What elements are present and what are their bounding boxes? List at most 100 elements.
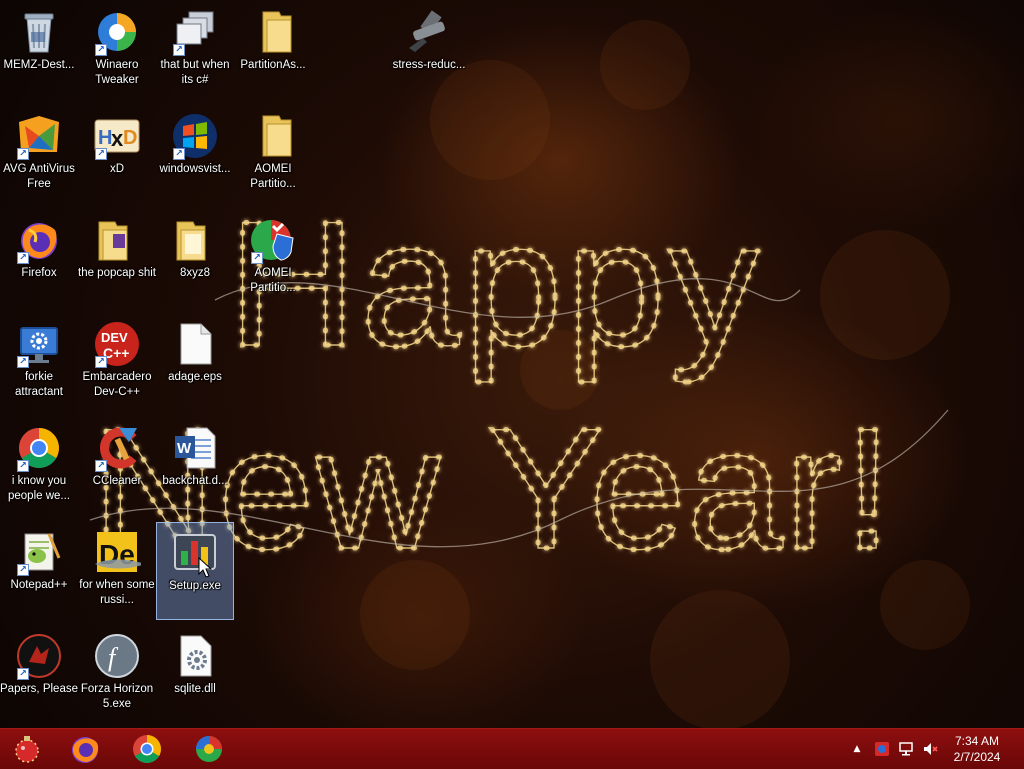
desktop-icon-label: AVG AntiVirus Free: [3, 163, 75, 190]
folder-icon: [93, 216, 141, 264]
desktop-icon-aomei-folder[interactable]: AOMEI Partitio...: [234, 106, 312, 204]
shortcut-arrow-icon: ↗: [17, 460, 29, 472]
chrome-icon: ↗: [15, 424, 63, 472]
desktop-icon-xd[interactable]: H x D ↗ xD: [78, 106, 156, 204]
desktop-icon-label: Papers, Please: [0, 683, 78, 695]
desktop-icon-label: Notepad++: [10, 579, 68, 591]
devcpp-icon: DEV C++ ↗: [93, 320, 141, 368]
network-icon[interactable]: [896, 729, 916, 769]
firefox-icon: [72, 737, 99, 763]
mouse-cursor-icon: [198, 557, 212, 578]
desktop-icon-label: i know you people we...: [7, 475, 70, 502]
shortcut-arrow-icon: ↗: [17, 564, 29, 576]
desktop-icon-label: AOMEI Partitio...: [250, 267, 296, 294]
folder-icon: [249, 8, 297, 56]
shortcut-arrow-icon: ↗: [251, 252, 263, 264]
clock[interactable]: 7:34 AM 2/7/2024: [942, 733, 1012, 765]
chrome-icon: [133, 735, 161, 763]
taskbar-chrome[interactable]: [124, 731, 170, 767]
svg-text:DEV: DEV: [101, 330, 128, 345]
shortcut-arrow-icon: ↗: [17, 148, 29, 160]
desktop-icon-c-sharp[interactable]: ↗ that but when its c#: [156, 2, 234, 100]
desktop-icon-forkie[interactable]: ↗ forkie attractant: [0, 314, 78, 412]
desktop-icon-papers-please[interactable]: ↗ Papers, Please: [0, 626, 78, 724]
desktop-icon-sqlite[interactable]: sqlite.dll: [156, 626, 234, 724]
hxd-icon: H x D ↗: [93, 112, 141, 160]
desktop-icon-firefox[interactable]: ↗ Firefox: [0, 210, 78, 308]
desktop-icon-label: windowsvist...: [159, 163, 231, 175]
desktop-icon-backchat[interactable]: W backchat.d...: [156, 418, 234, 516]
desktop-icon-label: forkie attractant: [15, 371, 63, 398]
desktop-icon-label: Winaero Tweaker: [95, 59, 139, 86]
desktop-icon-label: sqlite.dll: [174, 683, 216, 695]
folder-icon: [171, 216, 219, 264]
blank-file-icon: [171, 320, 219, 368]
flash-player-icon: f: [93, 632, 141, 680]
dll-gear-icon: [171, 632, 219, 680]
desktop-icon-label: Firefox: [21, 267, 57, 279]
stress-tool-icon: [405, 8, 453, 56]
taskbar-firefox[interactable]: [62, 731, 108, 767]
desktop-icon-devcpp[interactable]: DEV C++ ↗ Embarcadero Dev-C++: [78, 314, 156, 412]
tray-security-icon[interactable]: [872, 729, 892, 769]
papers-please-icon: ↗: [15, 632, 63, 680]
desktop-icon-label: PartitionAs...: [240, 59, 306, 71]
desktop-icon-winaero[interactable]: ↗ Winaero Tweaker: [78, 2, 156, 100]
desktop-icon-label: that but when its c#: [160, 59, 230, 86]
desktop-icon-adage[interactable]: adage.eps: [156, 314, 234, 412]
shortcut-arrow-icon: ↗: [17, 252, 29, 264]
desktop-icon-label: adage.eps: [168, 371, 222, 383]
desktop-icon-label: for when some russi...: [79, 579, 155, 606]
de-app-icon: De: [93, 528, 145, 576]
desktop-icon-label: the popcap shit: [78, 267, 157, 279]
desktop-icon-stress-reducer[interactable]: stress-reduc...: [390, 2, 468, 100]
desktop-icon-avg[interactable]: ↗ AVG AntiVirus Free: [0, 106, 78, 204]
desktop-icon-label: stress-reduc...: [392, 59, 466, 71]
desktop-icon-label: 8xyz8: [179, 267, 211, 279]
desktop[interactable]: Happy New Year! Happy New Year! MEMZ-Des…: [0, 0, 1024, 730]
desktop-icon-label: backchat.d...: [162, 475, 228, 487]
desktop-icon-8xyz8[interactable]: 8xyz8: [156, 210, 234, 308]
aomei-shield-icon: ↗: [249, 216, 297, 264]
start-button[interactable]: [4, 731, 50, 767]
firefox-icon: ↗: [15, 216, 63, 264]
desktop-icon-label: Forza Horizon 5.exe: [80, 683, 154, 710]
desktop-icon-notepadpp[interactable]: ↗ Notepad++: [0, 522, 78, 620]
shortcut-arrow-icon: ↗: [17, 668, 29, 680]
desktop-icon-memz[interactable]: MEMZ-Dest...: [0, 2, 78, 100]
folder-icon: [249, 112, 297, 160]
clock-time: 7:34 AM: [954, 734, 1000, 748]
shortcut-arrow-icon: ↗: [173, 148, 185, 160]
colorful-app-icon: [196, 736, 222, 762]
desktop-icon-label: Setup.exe: [169, 580, 221, 592]
desktop-icon-forza[interactable]: f Forza Horizon 5.exe: [78, 626, 156, 724]
volume-muted-icon[interactable]: [920, 729, 940, 769]
taskbar-app[interactable]: [186, 731, 232, 767]
shortcut-arrow-icon: ↗: [173, 44, 185, 56]
shortcut-arrow-icon: ↗: [95, 44, 107, 56]
desktop-icon-label: xD: [109, 163, 125, 175]
shortcut-arrow-icon: ↗: [95, 148, 107, 160]
windows-stack-icon: ↗: [171, 8, 219, 56]
desktop-icon-aomei-app[interactable]: ↗ AOMEI Partitio...: [234, 210, 312, 308]
desktop-icon-popcap[interactable]: the popcap shit: [78, 210, 156, 308]
shortcut-arrow-icon: ↗: [17, 356, 29, 368]
desktop-icon-vista[interactable]: ↗ windowsvist...: [156, 106, 234, 204]
shortcut-arrow-icon: ↗: [95, 460, 107, 472]
desktop-icon-russian[interactable]: De for when some russi...: [78, 522, 156, 620]
windows-vista-icon: ↗: [171, 112, 219, 160]
desktop-icon-label: AOMEI Partitio...: [250, 163, 296, 190]
shortcut-arrow-icon: ↗: [95, 356, 107, 368]
desktop-icon-chrome[interactable]: ↗ i know you people we...: [0, 418, 78, 516]
christmas-ornament-icon: [15, 736, 39, 763]
monitor-gear-icon: ↗: [15, 320, 63, 368]
desktop-icon-partitionas[interactable]: PartitionAs...: [234, 2, 312, 100]
avg-icon: ↗: [15, 112, 63, 160]
clock-date: 2/7/2024: [953, 750, 1001, 764]
desktop-icon-setup[interactable]: Setup.exe: [156, 522, 234, 620]
winaero-icon: ↗: [93, 8, 141, 56]
ccleaner-icon: ↗: [93, 424, 141, 472]
desktop-icon-ccleaner[interactable]: ↗ CCleaner: [78, 418, 156, 516]
desktop-icon-label: CCleaner: [92, 475, 142, 487]
show-hidden-icons-button[interactable]: ▲: [850, 729, 864, 769]
